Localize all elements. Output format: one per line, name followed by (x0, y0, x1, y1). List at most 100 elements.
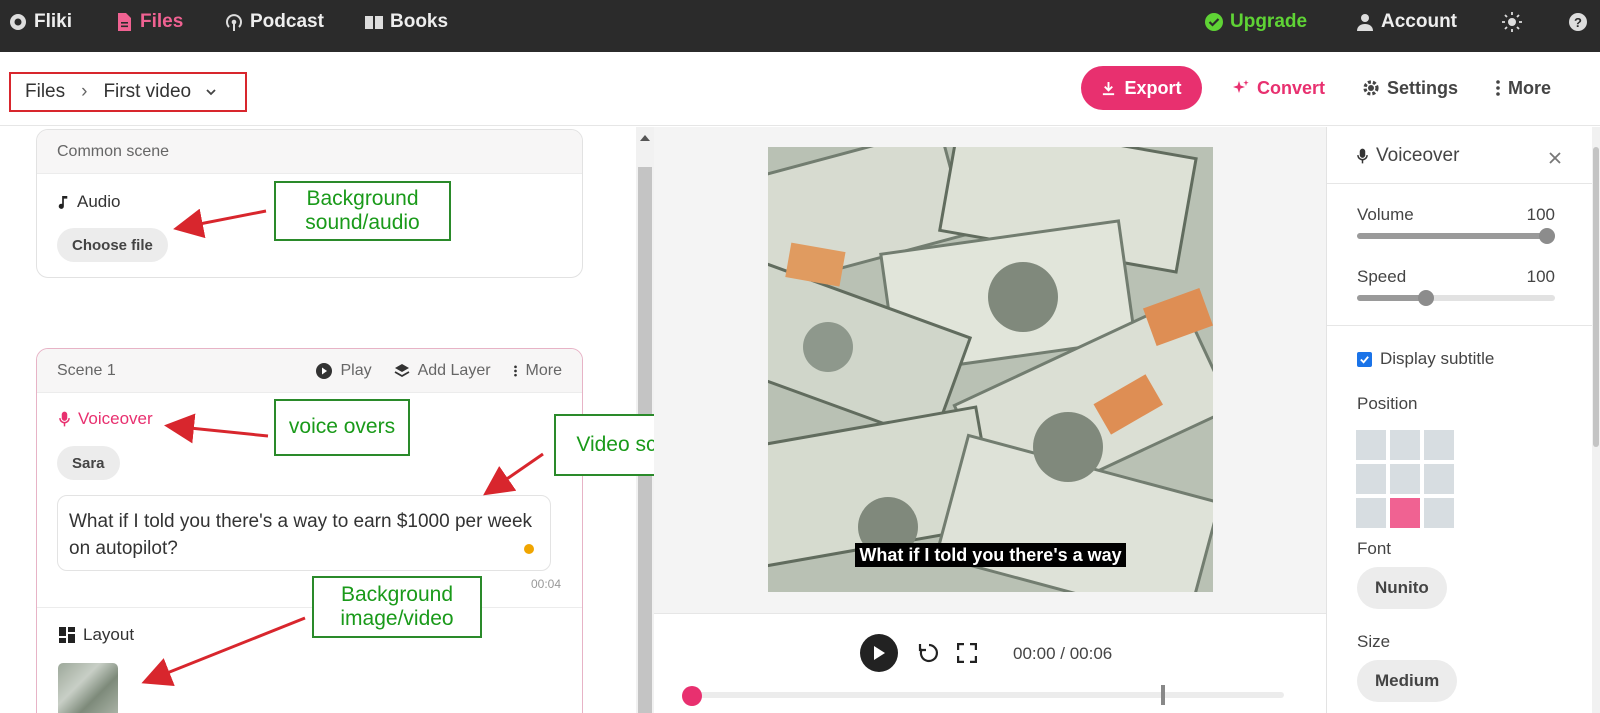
nav-files[interactable]: Files (114, 0, 183, 44)
choose-file-button[interactable]: Choose file (57, 228, 168, 262)
export-label: Export (1124, 77, 1182, 98)
video-preview-area: What if I told you there's a way 00:00 /… (654, 127, 1326, 713)
display-subtitle-row[interactable]: Display subtitle (1357, 349, 1494, 369)
nav-books[interactable]: Books (364, 0, 448, 44)
player-controls: 00:00 / 00:06 (654, 613, 1326, 713)
divider (1327, 183, 1592, 184)
layout-media-thumbnail[interactable] (58, 663, 118, 713)
nav-podcast[interactable]: Podcast (224, 0, 324, 44)
podcast-icon (226, 14, 242, 31)
nav-upgrade[interactable]: Upgrade (1204, 0, 1307, 44)
download-icon (1103, 81, 1115, 95)
microphone-icon (1357, 148, 1368, 164)
chevron-down-icon[interactable] (205, 86, 217, 98)
speed-label: Speed (1357, 267, 1407, 286)
size-label: Size (1357, 632, 1391, 651)
volume-slider-fill (1357, 233, 1555, 239)
scene-play-label: Play (340, 361, 372, 379)
more-label: More (1508, 77, 1552, 98)
breadcrumb-separator: › (81, 81, 88, 102)
position-cell-middle-right[interactable] (1424, 464, 1454, 494)
scene-more-label: More (525, 361, 562, 379)
font-label: Font (1357, 539, 1392, 558)
timeline-track[interactable] (686, 692, 1284, 698)
speed-slider-knob[interactable] (1418, 290, 1435, 306)
right-scrollbar[interactable] (1592, 127, 1600, 713)
common-scene-header: Common scene (37, 130, 582, 174)
position-cell-top-left[interactable] (1356, 430, 1386, 460)
checkmark-icon (1360, 355, 1369, 364)
settings-label: Settings (1387, 77, 1459, 98)
status-dot (524, 544, 534, 554)
nav-books-label: Books (390, 11, 449, 32)
play-circle-icon (316, 362, 333, 379)
play-button[interactable] (860, 634, 898, 672)
position-cell-bottom-left[interactable] (1356, 498, 1386, 528)
scene-play-button[interactable]: Play (316, 361, 372, 380)
position-cell-top-right[interactable] (1424, 430, 1454, 460)
audio-label: Audio (77, 192, 121, 211)
layers-icon (394, 363, 410, 377)
export-button[interactable]: Export (1081, 66, 1202, 110)
add-layer-button[interactable]: Add Layer (394, 362, 491, 380)
breadcrumb-current-file[interactable]: First video (103, 81, 191, 103)
nav-fliki[interactable]: Fliki (8, 0, 72, 44)
divider (1327, 325, 1592, 326)
verified-badge-icon (1205, 13, 1223, 31)
scene-more-button[interactable]: More (513, 362, 562, 380)
scene-1-title: Scene 1 (57, 361, 116, 379)
script-text: What if I told you there's a way to earn… (69, 511, 533, 559)
close-icon[interactable] (1549, 152, 1561, 164)
script-textarea[interactable]: What if I told you there's a way to earn… (57, 495, 551, 571)
timeline-marker[interactable] (1161, 685, 1165, 705)
video-frame[interactable]: What if I told you there's a way (768, 147, 1213, 592)
microphone-icon (59, 411, 70, 427)
more-button[interactable]: More (1495, 74, 1551, 102)
fullscreen-icon[interactable] (957, 643, 977, 663)
money-background-image (768, 147, 1213, 592)
account-icon (1357, 14, 1373, 31)
annotation-background-image: Background image/video (312, 576, 482, 638)
playback-time: 00:00 / 00:06 (1013, 644, 1113, 663)
panel-title: Voiceover (1376, 145, 1460, 166)
svg-text:?: ? (1574, 15, 1582, 30)
sparkle-icon (1233, 80, 1249, 93)
nav-account[interactable]: Account (1355, 0, 1457, 44)
volume-label: Volume (1357, 205, 1414, 224)
subtitle-position-grid (1356, 430, 1454, 528)
scroll-up-icon (640, 135, 650, 141)
nav-upgrade-label: Upgrade (1230, 11, 1308, 32)
panel-header: Voiceover (1357, 145, 1459, 167)
voiceover-label: Voiceover (78, 409, 153, 428)
convert-label: Convert (1257, 77, 1326, 98)
position-cell-middle-left[interactable] (1356, 464, 1386, 494)
timeline-playhead[interactable] (682, 686, 702, 706)
volume-value: 100 (1526, 205, 1555, 224)
position-cell-bottom-center[interactable] (1390, 498, 1420, 528)
subtitle-container: What if I told you there's a way (768, 543, 1213, 567)
replay-icon[interactable] (918, 642, 940, 664)
sun-icon (1502, 12, 1522, 32)
help-icon: ? (1569, 13, 1587, 31)
music-note-icon (58, 196, 68, 209)
convert-button[interactable]: Convert (1232, 74, 1325, 102)
fliki-logo-icon (10, 14, 26, 30)
settings-button[interactable]: Settings (1362, 74, 1458, 102)
position-cell-top-center[interactable] (1390, 430, 1420, 460)
help-button[interactable]: ? (1568, 0, 1588, 44)
font-select-button[interactable]: Nunito (1357, 567, 1447, 609)
right-scrollbar-thumb[interactable] (1593, 147, 1599, 447)
breadcrumb-files[interactable]: Files (25, 81, 65, 103)
display-subtitle-label: Display subtitle (1380, 349, 1495, 368)
voice-select-button[interactable]: Sara (57, 446, 120, 480)
volume-slider-knob[interactable] (1539, 228, 1555, 244)
position-cell-middle-center[interactable] (1390, 464, 1420, 494)
gear-icon (1363, 80, 1379, 96)
size-select-button[interactable]: Medium (1357, 660, 1458, 702)
position-cell-bottom-right[interactable] (1424, 498, 1454, 528)
display-subtitle-checkbox[interactable] (1357, 351, 1372, 367)
scene-duration: 00:04 (530, 577, 561, 591)
theme-toggle-button[interactable] (1502, 0, 1522, 44)
layout-icon (59, 627, 75, 643)
voiceover-row[interactable]: Voiceover (59, 409, 153, 429)
